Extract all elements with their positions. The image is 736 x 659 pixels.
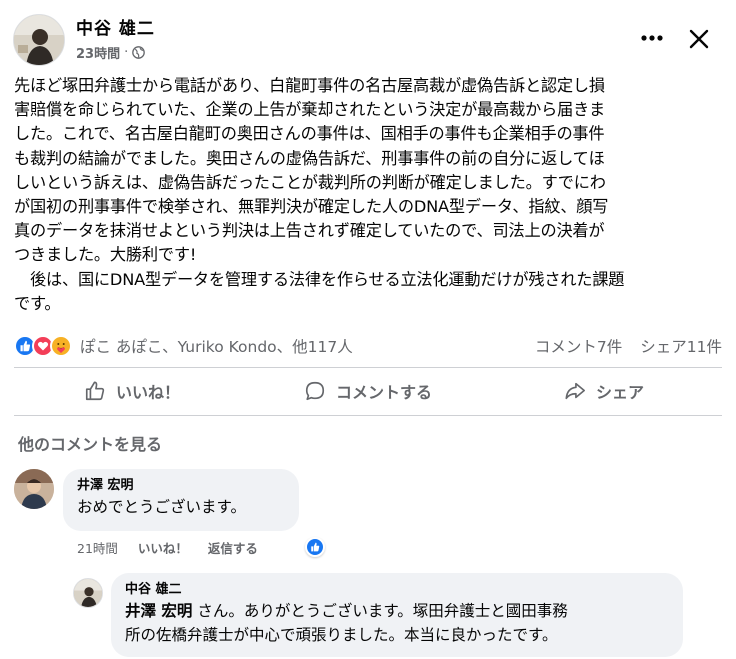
reply-text: 井澤 宏明 さん。ありがとうございます。塚田弁護士と國田事務 — [125, 599, 669, 623]
commenter-name[interactable]: 井澤 宏明 — [77, 477, 285, 495]
comment-time[interactable]: 21時間 — [77, 538, 118, 557]
post-body: 先ほど塚田弁護士から電話があり、白龍町事件の名古屋高裁が虚偽告訴と認定し損 害賠… — [14, 76, 625, 313]
reply-author-avatar[interactable] — [73, 578, 103, 608]
reactors-text[interactable]: ぽこ あぽこ、Yuriko Kondo、他117人 — [80, 335, 353, 357]
reply-text-line1: さん。ありがとうございます。塚田弁護士と國田事務 — [192, 602, 568, 620]
comment-like-button[interactable]: いいね！ — [138, 538, 188, 557]
care-icon — [50, 335, 72, 357]
reply-mention[interactable]: 井澤 宏明 — [125, 602, 192, 620]
comment-reply-button[interactable]: 返信する — [208, 538, 258, 557]
comment-actions: 21時間 いいね！ 返信する — [77, 538, 258, 557]
close-button[interactable] — [684, 24, 714, 54]
comment-bubble-icon — [305, 381, 325, 401]
view-more-comments-link[interactable]: 他のコメントを見る — [18, 431, 162, 455]
post-header: 中谷 雄二 23時間 · — [0, 0, 736, 70]
shares-count[interactable]: シェア11件 — [640, 335, 722, 357]
like-button[interactable]: いいね！ — [14, 370, 250, 412]
divider — [14, 415, 722, 416]
meta-separator: · — [124, 45, 129, 60]
comment-label: コメントする — [335, 383, 432, 402]
divider — [14, 367, 722, 368]
globe-icon — [132, 46, 146, 59]
author-name[interactable]: 中谷 雄二 — [76, 14, 155, 39]
reply-author-name[interactable]: 中谷 雄二 — [125, 581, 669, 599]
author-avatar[interactable] — [13, 14, 65, 66]
comments-count[interactable]: コメント7件 — [535, 335, 622, 357]
like-icon — [311, 542, 320, 552]
engagement-counts: コメント7件 シェア11件 — [535, 335, 722, 357]
reply-bubble: 中谷 雄二 井澤 宏明 さん。ありがとうございます。塚田弁護士と國田事務 所の佐… — [111, 573, 683, 657]
reaction-summary: ぽこ あぽこ、Yuriko Kondo、他117人 コメント7件 シェア11件 — [14, 333, 722, 359]
commenter-avatar[interactable] — [14, 469, 54, 509]
share-button[interactable]: シェア — [486, 370, 722, 412]
more-dots-icon — [641, 35, 663, 41]
comment-text: おめでとうございます。 — [77, 498, 246, 516]
more-options-button[interactable] — [636, 26, 668, 50]
post-time[interactable]: 23時間 — [76, 43, 120, 62]
comment-button[interactable]: コメントする — [250, 370, 486, 412]
like-label: いいね！ — [115, 383, 180, 402]
comment-bubble: 井澤 宏明 おめでとうございます。 — [63, 469, 299, 531]
close-icon — [689, 29, 709, 49]
post-meta: 23時間 · — [76, 43, 146, 62]
share-arrow-icon — [565, 382, 585, 400]
reply-text-line2: 所の佐橋弁護士が中心で頑張りました。本当に良かったです。 — [125, 626, 558, 644]
share-label: シェア — [595, 383, 644, 402]
action-bar: いいね！ コメントする シェア — [14, 370, 722, 412]
comment-like-badge[interactable] — [305, 537, 325, 557]
thumbs-up-icon — [85, 381, 105, 401]
reaction-icons[interactable] — [14, 335, 72, 357]
